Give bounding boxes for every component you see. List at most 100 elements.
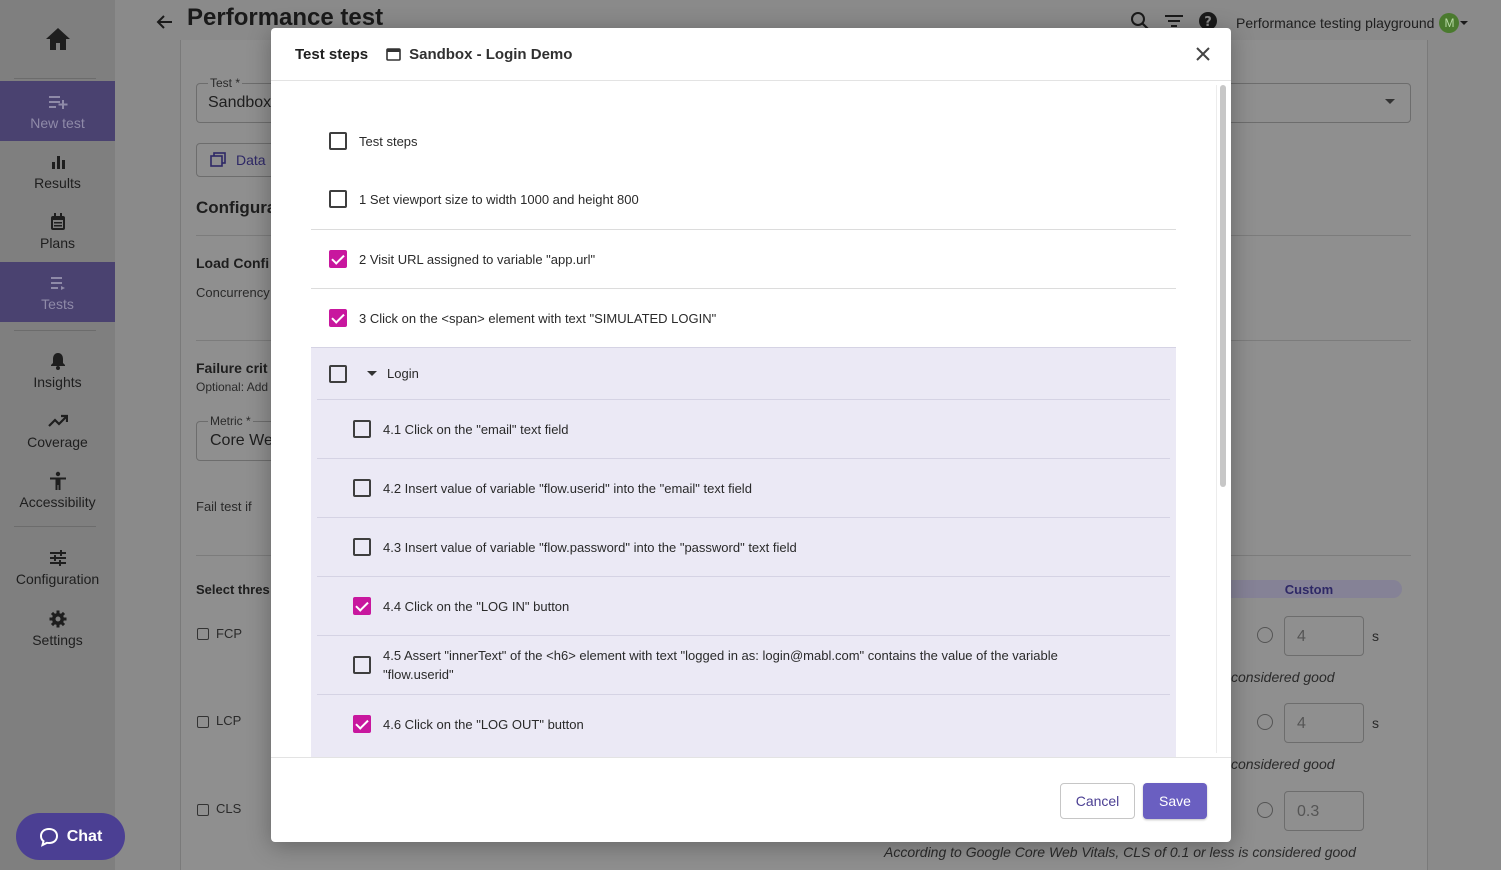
sidebar-item-insights[interactable]: Insights — [0, 340, 115, 400]
step-row[interactable]: 1 Set viewport size to width 1000 and he… — [311, 170, 1176, 228]
trending-up-icon — [47, 411, 68, 431]
group-label: Login — [387, 366, 419, 381]
step-label: 4.1 Click on the "email" text field — [383, 421, 569, 437]
sidebar-item-results[interactable]: Results — [0, 141, 115, 201]
concurrency-label: Concurrency — [196, 285, 270, 300]
divider — [196, 235, 271, 236]
home-icon — [45, 28, 70, 50]
group-header-row[interactable]: Login — [311, 348, 1176, 399]
fcp-custom-radio[interactable] — [1257, 627, 1273, 643]
accessibility-icon — [49, 471, 67, 491]
load-config-heading: Load Confi — [196, 255, 270, 271]
step-group-login: Login 4.1 Click on the "email" text fiel… — [311, 347, 1176, 757]
back-arrow-icon[interactable] — [156, 13, 174, 31]
step-checkbox[interactable] — [329, 250, 347, 268]
sidebar-item-coverage[interactable]: Coverage — [0, 400, 115, 460]
dialog-title: Test steps — [295, 45, 369, 63]
sidebar-item-tests[interactable]: Tests — [0, 262, 115, 322]
lcp-checkbox[interactable] — [197, 716, 209, 728]
step-checkbox[interactable] — [353, 538, 371, 556]
chat-label: Chat — [66, 827, 103, 845]
caret-down-icon[interactable] — [367, 370, 377, 377]
lcp-note: considered good — [1231, 756, 1335, 772]
metric-field-value: Core We — [210, 432, 273, 449]
cls-threshold-input[interactable]: 0.3 — [1284, 791, 1364, 831]
step-checkbox[interactable] — [329, 309, 347, 327]
lcp-custom-radio[interactable] — [1257, 714, 1273, 730]
step-label: 2 Visit URL assigned to variable "app.ur… — [359, 251, 596, 267]
step-checkbox[interactable] — [353, 597, 371, 615]
cancel-button[interactable]: Cancel — [1060, 783, 1135, 819]
step-row[interactable]: 4.5 Assert "innerText" of the <h6> eleme… — [317, 635, 1170, 694]
divider — [1231, 555, 1411, 556]
home-button[interactable] — [0, 0, 115, 78]
playlist-add-icon — [48, 92, 68, 112]
calendar-icon — [50, 212, 66, 232]
step-label: 4.6 Click on the "LOG OUT" button — [383, 716, 584, 732]
step-checkbox[interactable] — [329, 190, 347, 208]
bar-chart-icon — [50, 152, 66, 172]
step-row[interactable]: 4.3 Insert value of variable "flow.passw… — [317, 517, 1170, 576]
sidebar-item-configuration[interactable]: Configuration — [0, 537, 115, 597]
step-checkbox[interactable] — [353, 420, 371, 438]
step-checkbox[interactable] — [353, 479, 371, 497]
dialog-subtitle: Sandbox - Login Demo — [386, 46, 572, 63]
select-all-checkbox[interactable] — [329, 132, 347, 150]
dialog-header: Test steps Sandbox - Login Demo — [271, 28, 1231, 81]
failure-criteria-heading: Failure crit — [196, 360, 268, 376]
list-icon — [49, 273, 67, 293]
configuration-heading: Configura — [196, 198, 277, 217]
step-row[interactable]: 4.1 Click on the "email" text field — [317, 399, 1170, 458]
avatar: M — [1439, 13, 1460, 33]
lcp-label: LCP — [216, 713, 242, 728]
step-row[interactable]: 4.2 Insert value of variable "flow.useri… — [317, 458, 1170, 517]
step-label: 4.5 Assert "innerText" of the <h6> eleme… — [383, 648, 1058, 682]
select-all-row[interactable]: Test steps — [329, 112, 1176, 170]
dialog-body: Test steps 1 Set viewport size to width … — [271, 81, 1231, 757]
chat-button[interactable]: Chat — [16, 813, 125, 860]
sidebar-item-new-test[interactable]: New test — [0, 81, 115, 141]
close-icon[interactable] — [1195, 46, 1211, 62]
gear-icon — [49, 609, 67, 629]
step-row[interactable]: 3 Click on the <span> element with text … — [311, 288, 1176, 347]
step-label: 4.3 Insert value of variable "flow.passw… — [383, 539, 797, 555]
dialog-footer: Cancel Save — [271, 757, 1231, 842]
fcp-unit: s — [1372, 628, 1379, 644]
workspace-selector[interactable]: Performance testing playground M — [1236, 13, 1469, 33]
metric-field-label: Metric * — [208, 414, 253, 428]
scrollbar-thumb[interactable] — [1220, 85, 1226, 487]
sidebar: New test Results Plans Tests Insights Co… — [0, 0, 125, 870]
step-row[interactable]: 4.4 Click on the "LOG IN" button — [317, 576, 1170, 635]
step-checkbox[interactable] — [353, 656, 371, 674]
step-checkbox[interactable] — [353, 715, 371, 733]
sidebar-item-label: New test — [30, 114, 85, 131]
sliders-icon — [49, 548, 67, 568]
fcp-threshold-input[interactable]: 4 — [1284, 616, 1364, 656]
sidebar-item-label: Configuration — [15, 570, 100, 587]
cls-checkbox[interactable] — [197, 804, 209, 816]
step-row[interactable]: 2 Visit URL assigned to variable "app.ur… — [311, 229, 1176, 288]
browser-window-icon — [386, 47, 401, 61]
group-checkbox[interactable] — [329, 364, 347, 383]
sidebar-item-plans[interactable]: Plans — [0, 201, 115, 261]
sidebar-item-label: Coverage — [27, 433, 88, 450]
fcp-checkbox[interactable] — [197, 628, 209, 640]
sidebar-divider — [14, 526, 96, 527]
lcp-threshold-input[interactable]: 4 — [1284, 703, 1364, 743]
dropdown-arrow-icon — [1385, 99, 1395, 104]
save-button[interactable]: Save — [1143, 783, 1207, 819]
fcp-label: FCP — [216, 626, 242, 641]
step-label: 1 Set viewport size to width 1000 and he… — [359, 191, 639, 207]
secondary-select[interactable] — [1226, 83, 1411, 123]
step-row[interactable]: 4.6 Click on the "LOG OUT" button — [317, 694, 1170, 753]
cls-note: According to Google Core Web Vitals, CLS… — [884, 844, 1356, 860]
data-button-label: Data — [236, 152, 266, 168]
custom-column-header: Custom — [1216, 580, 1402, 598]
step-label: 4.2 Insert value of variable "flow.useri… — [383, 480, 752, 496]
sidebar-item-accessibility[interactable]: Accessibility — [0, 460, 115, 520]
cls-custom-radio[interactable] — [1257, 802, 1273, 818]
bell-icon — [50, 351, 66, 371]
sidebar-item-settings[interactable]: Settings — [0, 598, 115, 658]
sidebar-item-label: Results — [34, 174, 81, 191]
select-threshold-heading: Select thres — [196, 582, 270, 597]
